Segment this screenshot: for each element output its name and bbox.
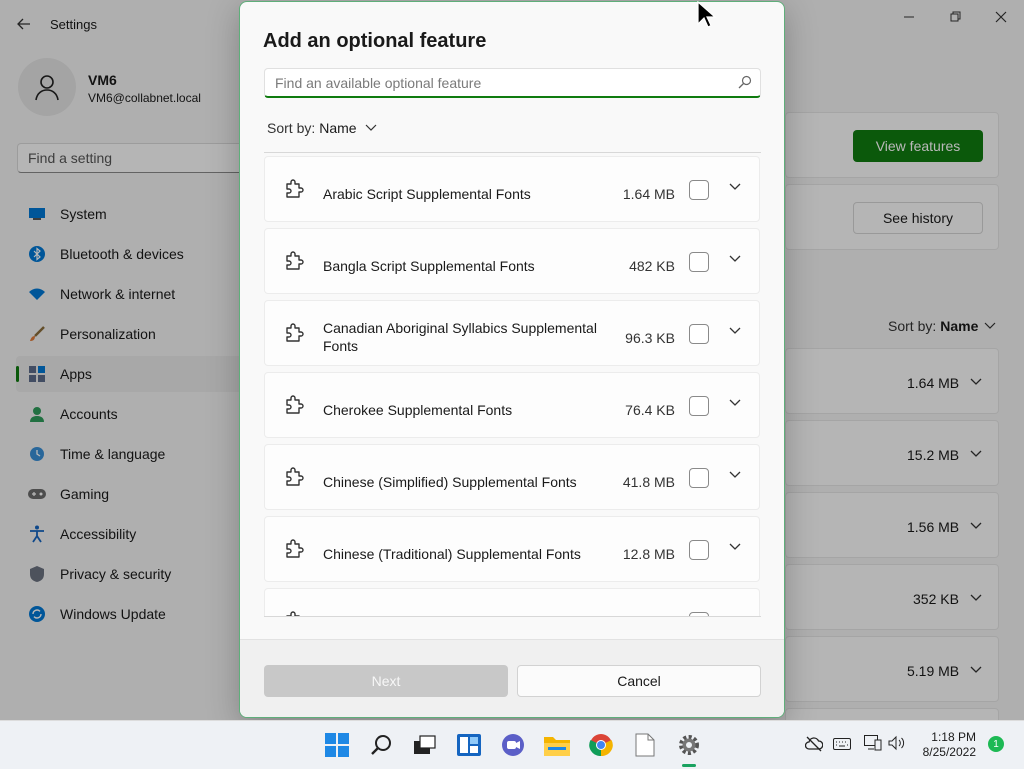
cancel-button[interactable]: Cancel <box>517 665 761 697</box>
network-monitor-icon[interactable] <box>864 735 882 756</box>
feature-size: 96.3 KB <box>625 330 675 346</box>
chevron-down-icon[interactable] <box>729 471 741 479</box>
feature-list[interactable]: Arabic Script Supplemental Fonts 1.64 MB… <box>264 152 761 617</box>
puzzle-icon <box>283 395 305 422</box>
feature-size: 12.8 MB <box>622 546 675 562</box>
feature-row[interactable]: Cherokee Supplemental Fonts 76.4 KB <box>264 372 760 438</box>
puzzle-icon <box>283 251 305 278</box>
feature-name: Cherokee Supplemental Fonts <box>323 402 513 418</box>
feature-size: 482 KB <box>629 258 675 274</box>
notepad-icon[interactable] <box>630 730 660 760</box>
feature-size: 1.64 MB <box>622 186 675 202</box>
puzzle-icon <box>283 539 305 566</box>
feature-row-partial[interactable] <box>264 588 760 616</box>
feature-checkbox[interactable] <box>689 252 709 272</box>
chevron-down-icon[interactable] <box>729 399 741 407</box>
chevron-down-icon[interactable] <box>729 327 741 335</box>
file-explorer-icon[interactable] <box>542 730 572 760</box>
feature-checkbox[interactable] <box>689 612 709 616</box>
feature-name: Arabic Script Supplemental Fonts <box>323 186 531 202</box>
feature-row[interactable]: Arabic Script Supplemental Fonts 1.64 MB <box>264 156 760 222</box>
widgets-icon[interactable] <box>454 730 484 760</box>
feature-checkbox[interactable] <box>689 468 709 488</box>
puzzle-icon <box>283 323 305 350</box>
feature-row[interactable]: Chinese (Traditional) Supplemental Fonts… <box>264 516 760 582</box>
feature-checkbox[interactable] <box>689 396 709 416</box>
feature-name: Canadian Aboriginal Syllabics Supplement… <box>323 320 597 354</box>
chrome-icon[interactable] <box>586 730 616 760</box>
clock-time: 1:18 PM <box>931 730 976 744</box>
cloud-offline-icon[interactable] <box>804 736 824 757</box>
notification-badge[interactable]: 1 <box>988 736 1004 752</box>
feature-row[interactable]: Canadian Aboriginal Syllabics Supplement… <box>264 300 760 366</box>
settings-gear-icon[interactable] <box>674 730 704 760</box>
feature-checkbox[interactable] <box>689 540 709 560</box>
mouse-cursor-icon <box>697 1 717 28</box>
start-icon[interactable] <box>322 730 352 760</box>
feature-checkbox[interactable] <box>689 324 709 344</box>
feature-name: Chinese (Simplified) Supplemental Fonts <box>323 474 577 490</box>
add-optional-feature-dialog: Add an optional feature Sort by: Name Ar… <box>239 1 785 718</box>
puzzle-icon <box>283 467 305 494</box>
puzzle-icon <box>283 611 305 616</box>
feature-checkbox[interactable] <box>689 180 709 200</box>
sort-label: Sort by: <box>267 120 316 136</box>
chevron-down-icon[interactable] <box>729 255 741 263</box>
feature-name: Chinese (Traditional) Supplemental Fonts <box>323 546 581 562</box>
keyboard-icon[interactable] <box>833 737 851 755</box>
chevron-down-icon <box>365 124 377 131</box>
chevron-down-icon[interactable] <box>729 183 741 191</box>
feature-size: 41.8 MB <box>622 474 675 490</box>
taskbar: 1:18 PM 8/25/2022 <box>0 720 1024 769</box>
clock-date: 8/25/2022 <box>922 745 976 759</box>
chevron-down-icon[interactable] <box>729 543 741 551</box>
feature-search-input[interactable] <box>273 69 717 97</box>
feature-size: 76.4 KB <box>625 402 675 418</box>
next-button[interactable]: Next <box>264 665 508 697</box>
chat-icon[interactable] <box>498 730 528 760</box>
system-clock[interactable]: 1:18 PM 8/25/2022 <box>923 730 976 760</box>
feature-name: Bangla Script Supplemental Fonts <box>323 258 535 274</box>
task-view-icon[interactable] <box>410 730 440 760</box>
feature-row[interactable]: Bangla Script Supplemental Fonts 482 KB <box>264 228 760 294</box>
sort-value: Name <box>319 120 357 136</box>
sort-by-dropdown[interactable]: Sort by: Name <box>267 120 377 136</box>
search-icon[interactable] <box>366 730 396 760</box>
puzzle-icon <box>283 179 305 206</box>
feature-row[interactable]: Chinese (Simplified) Supplemental Fonts … <box>264 444 760 510</box>
active-app-indicator <box>682 764 696 767</box>
volume-icon[interactable] <box>888 735 906 756</box>
search-icon[interactable] <box>738 75 752 94</box>
feature-search-box[interactable] <box>264 68 761 98</box>
dialog-title: Add an optional feature <box>263 30 487 52</box>
dialog-footer: Next Cancel <box>240 639 784 717</box>
